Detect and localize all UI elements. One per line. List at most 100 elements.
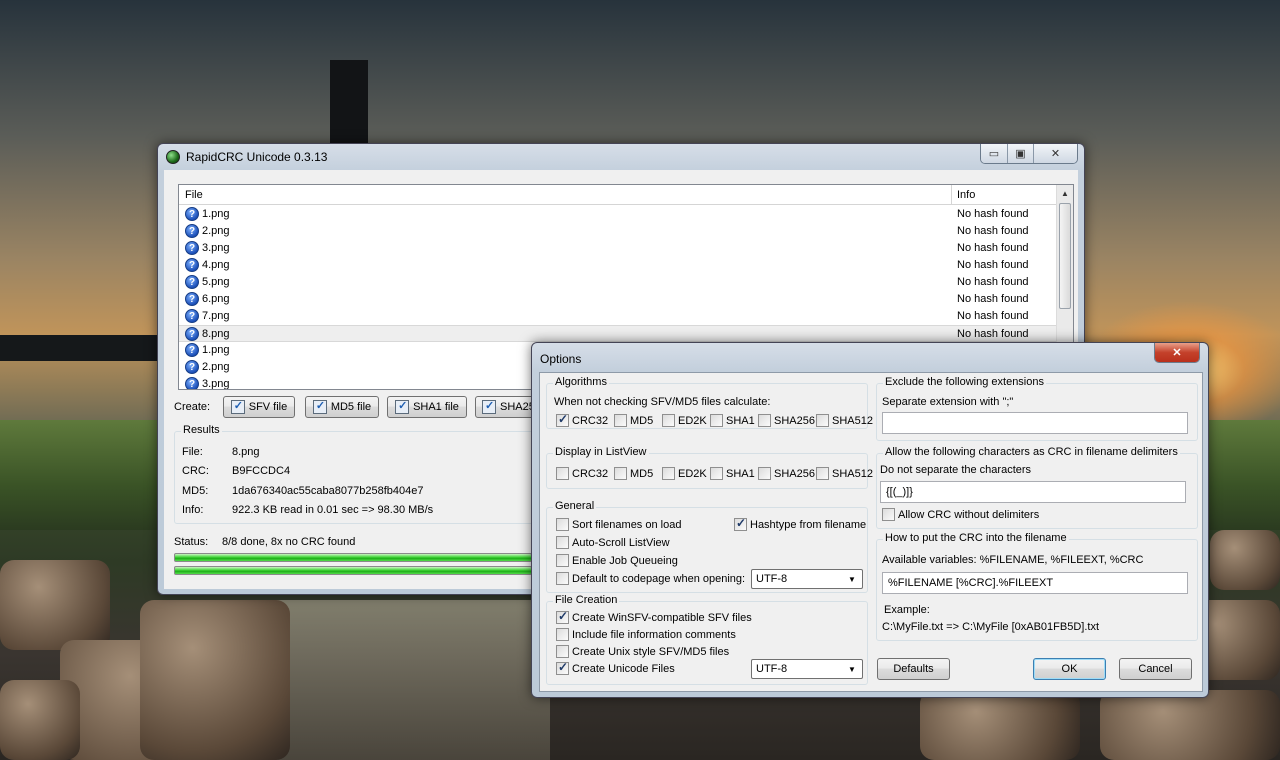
close-button[interactable]: ✕ xyxy=(1033,144,1077,163)
autoscroll-label: Auto-Scroll ListView xyxy=(572,536,670,549)
question-icon: ? xyxy=(185,360,199,374)
row-filename: 2.png xyxy=(202,225,230,237)
sort-filenames-checkbox[interactable]: Sort filenames on load xyxy=(556,518,681,531)
display-ed2k-box[interactable] xyxy=(662,467,675,480)
minimize-button[interactable]: ▭ xyxy=(981,144,1007,163)
unix-style-label: Create Unix style SFV/MD5 files xyxy=(572,645,730,658)
exclude-extensions-input[interactable] xyxy=(882,412,1188,434)
display-sha256-checkbox[interactable]: SHA256 xyxy=(758,467,815,480)
codepage-select[interactable]: UTF-8 ▼ xyxy=(751,569,863,589)
row-info: No hash found xyxy=(957,259,1029,271)
table-row[interactable]: ? 6.png No hash found xyxy=(179,291,1059,308)
display-sha256-box[interactable] xyxy=(758,467,771,480)
wallpaper-rock xyxy=(920,690,1080,760)
create-sfv-button[interactable]: SFV file xyxy=(223,396,295,418)
question-icon: ? xyxy=(185,327,199,341)
allow-without-delimiters-checkbox[interactable]: Allow CRC without delimiters xyxy=(882,508,1039,521)
display-sha1-checkbox[interactable]: SHA1 xyxy=(710,467,755,480)
create-md5-label: MD5 file xyxy=(330,401,372,413)
job-queue-checkbox[interactable]: Enable Job Queueing xyxy=(556,554,678,567)
algorithm-crc32-checkbox[interactable]: CRC32 xyxy=(556,412,609,427)
algorithm-sha1-checkbox[interactable]: SHA1 xyxy=(710,414,755,427)
maximize-button[interactable]: ▣ xyxy=(1007,144,1033,163)
job-queue-box[interactable] xyxy=(556,554,569,567)
algorithm-crc32-label: CRC32 xyxy=(572,414,609,427)
autoscroll-checkbox[interactable]: Auto-Scroll ListView xyxy=(556,536,670,549)
table-row[interactable]: ? 5.png No hash found xyxy=(179,274,1059,291)
close-icon: ✕ xyxy=(1172,347,1182,359)
hashtype-checkbox[interactable]: Hashtype from filename xyxy=(734,516,867,531)
results-title: Results xyxy=(181,424,222,436)
display-crc32-box[interactable] xyxy=(556,467,569,480)
hashtype-label: Hashtype from filename xyxy=(750,518,867,531)
algorithm-sha256-checkbox[interactable]: SHA256 xyxy=(758,414,815,427)
main-window-title: RapidCRC Unicode 0.3.13 xyxy=(186,150,328,164)
algorithm-sha512-checkbox[interactable]: SHA512 xyxy=(816,414,873,427)
column-divider[interactable] xyxy=(951,185,952,205)
column-header-file[interactable]: File xyxy=(185,189,203,201)
main-titlebar[interactable]: RapidCRC Unicode 0.3.13 xyxy=(158,144,1084,170)
question-icon: ? xyxy=(185,224,199,238)
allow-without-delimiters-box[interactable] xyxy=(882,508,895,521)
autoscroll-box[interactable] xyxy=(556,536,569,549)
create-md5-button[interactable]: MD5 file xyxy=(305,396,379,418)
algorithm-md5-box[interactable] xyxy=(614,414,627,427)
display-sha512-box[interactable] xyxy=(816,467,829,480)
row-info: No hash found xyxy=(957,310,1029,322)
algorithm-ed2k-checkbox[interactable]: ED2K xyxy=(662,414,707,427)
table-row[interactable]: ? 8.png No hash found xyxy=(179,325,1059,342)
unicode-encoding-select[interactable]: UTF-8 ▼ xyxy=(751,659,863,679)
algorithm-ed2k-box[interactable] xyxy=(662,414,675,427)
display-group: Display in ListView CRC32 MD5 ED2K SHA1 SHA2… xyxy=(546,446,873,489)
defaults-button[interactable]: Defaults xyxy=(877,658,950,680)
display-ed2k-checkbox[interactable]: ED2K xyxy=(662,467,707,480)
display-sha1-box[interactable] xyxy=(710,467,723,480)
unix-style-box[interactable] xyxy=(556,645,569,658)
sfv-file-icon xyxy=(230,399,245,414)
table-row[interactable]: ? 1.png No hash found xyxy=(179,206,1059,223)
display-md5-box[interactable] xyxy=(614,467,627,480)
winsfv-box[interactable] xyxy=(556,609,569,624)
hashtype-box[interactable] xyxy=(734,516,747,531)
display-crc32-checkbox[interactable]: CRC32 xyxy=(556,467,608,480)
unix-style-checkbox[interactable]: Create Unix style SFV/MD5 files xyxy=(556,645,729,658)
row-info: No hash found xyxy=(957,208,1029,220)
algorithms-group: Algorithms When not checking SFV/MD5 fil… xyxy=(546,376,873,429)
algorithm-sha512-label: SHA512 xyxy=(832,414,873,427)
ok-button[interactable]: OK xyxy=(1033,658,1106,680)
cancel-button[interactable]: Cancel xyxy=(1119,658,1192,680)
create-sha256-label: SHA25 xyxy=(500,401,535,413)
row-info: No hash found xyxy=(957,242,1029,254)
algorithm-crc32-box[interactable] xyxy=(556,412,569,427)
comments-checkbox[interactable]: Include file information comments xyxy=(556,628,736,641)
delimiters-input[interactable]: {[(_)]} xyxy=(880,481,1186,503)
display-sha512-checkbox[interactable]: SHA512 xyxy=(816,467,873,480)
column-header-info[interactable]: Info xyxy=(957,189,975,201)
algorithm-sha1-box[interactable] xyxy=(710,414,723,427)
table-row[interactable]: ? 3.png No hash found xyxy=(179,240,1059,257)
scroll-up-icon[interactable]: ▲ xyxy=(1057,185,1073,202)
table-row[interactable]: ? 7.png No hash found xyxy=(179,308,1059,325)
codepage-box[interactable] xyxy=(556,572,569,585)
display-sha1-label: SHA1 xyxy=(726,467,755,480)
algorithm-sha512-box[interactable] xyxy=(816,414,829,427)
unicode-files-checkbox[interactable]: Create Unicode Files xyxy=(556,660,675,675)
question-icon: ? xyxy=(185,241,199,255)
exclude-title: Exclude the following extensions xyxy=(883,376,1046,388)
codepage-checkbox[interactable]: Default to codepage when opening: xyxy=(556,572,745,585)
create-label: Create: xyxy=(174,401,211,413)
comments-box[interactable] xyxy=(556,628,569,641)
winsfv-checkbox[interactable]: Create WinSFV-compatible SFV files xyxy=(556,609,752,624)
options-titlebar[interactable]: Options xyxy=(532,343,1208,369)
filename-pattern-input[interactable]: %FILENAME [%CRC].%FILEEXT xyxy=(882,572,1188,594)
options-close-button[interactable]: ✕ xyxy=(1155,343,1199,362)
table-row[interactable]: ? 4.png No hash found xyxy=(179,257,1059,274)
unicode-files-box[interactable] xyxy=(556,660,569,675)
algorithm-md5-checkbox[interactable]: MD5 xyxy=(614,414,653,427)
algorithm-sha256-box[interactable] xyxy=(758,414,771,427)
create-sha1-button[interactable]: SHA1 file xyxy=(387,396,467,418)
display-md5-checkbox[interactable]: MD5 xyxy=(614,467,653,480)
sort-filenames-box[interactable] xyxy=(556,518,569,531)
scroll-thumb[interactable] xyxy=(1059,203,1071,309)
table-row[interactable]: ? 2.png No hash found xyxy=(179,223,1059,240)
